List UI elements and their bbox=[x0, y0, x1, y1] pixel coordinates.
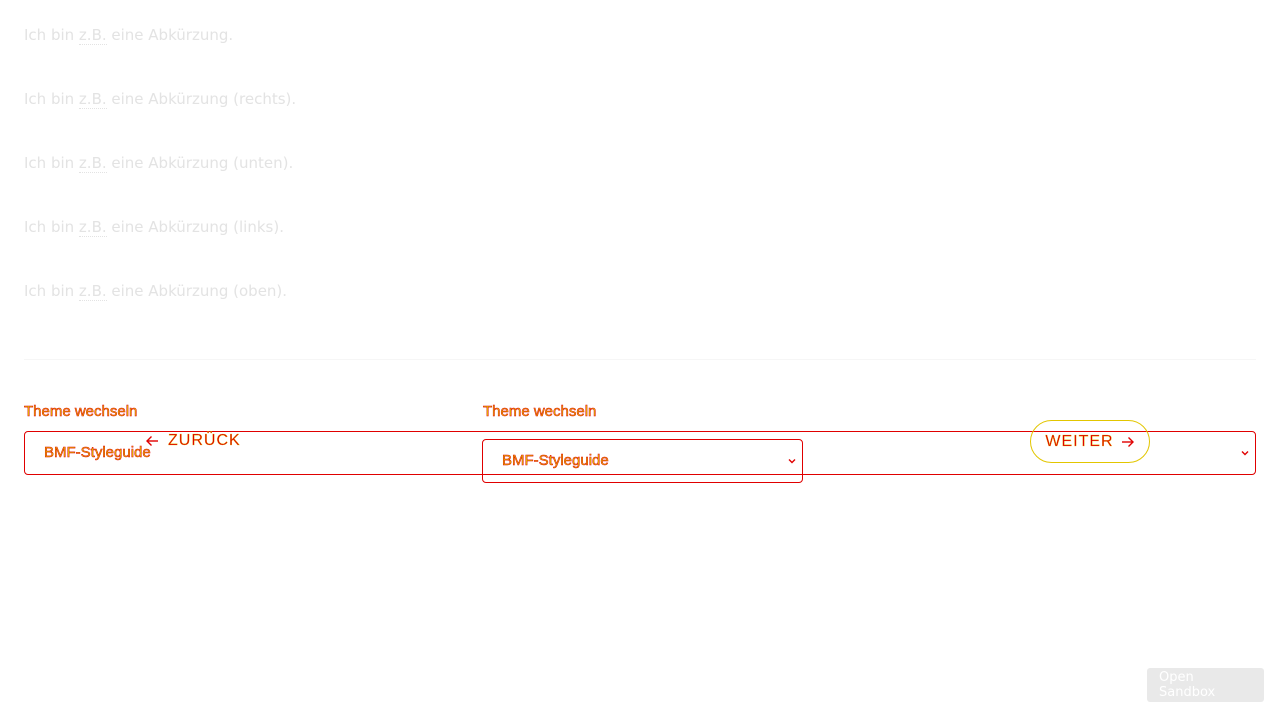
arrow-left-icon bbox=[146, 436, 158, 446]
abbreviation-line-right: Ich bin z.B. eine Abkürzung (rechts). bbox=[24, 89, 296, 109]
abbreviation-term[interactable]: z.B. bbox=[78, 90, 107, 109]
abbreviation-prefix: Ich bin bbox=[24, 282, 79, 300]
abbreviation-suffix: eine Abkürzung (oben). bbox=[106, 282, 288, 300]
abbreviation-suffix: eine Abkürzung (unten). bbox=[106, 154, 294, 172]
abbreviation-suffix: eine Abkürzung (rechts). bbox=[106, 90, 297, 108]
next-button[interactable]: WEITER bbox=[1030, 420, 1150, 463]
arrow-right-icon bbox=[1121, 436, 1134, 447]
back-button-label: ZURÜCK bbox=[168, 432, 241, 449]
page: Ich bin z.B. eine Abkürzung. Ich bin z.B… bbox=[0, 0, 1280, 720]
abbreviation-line-bottom: Ich bin z.B. eine Abkürzung (unten). bbox=[24, 153, 293, 173]
abbreviation-prefix: Ich bin bbox=[24, 90, 79, 108]
theme-switch-label: Theme wechseln bbox=[24, 403, 138, 421]
chevron-down-icon bbox=[1241, 451, 1249, 456]
abbreviation-term[interactable]: z.B. bbox=[78, 218, 107, 237]
abbreviation-term[interactable]: z.B. bbox=[78, 282, 107, 301]
abbreviation-prefix: Ich bin bbox=[24, 154, 79, 172]
theme-switch-label-secondary: Theme wechseln bbox=[483, 403, 597, 421]
abbreviation-prefix: Ich bin bbox=[24, 218, 79, 236]
back-button[interactable]: ZURÜCK bbox=[145, 431, 241, 451]
open-sandbox-button[interactable]: Open Sandbox bbox=[1147, 668, 1264, 702]
abbreviation-line-top: Ich bin z.B. eine Abkürzung (oben). bbox=[24, 281, 287, 301]
theme-select-narrow-value: BMF-Styleguide bbox=[502, 452, 609, 470]
section-divider bbox=[24, 359, 1256, 360]
next-button-label: WEITER bbox=[1045, 432, 1114, 450]
abbreviation-line-default: Ich bin z.B. eine Abkürzung. bbox=[24, 25, 233, 45]
abbreviation-prefix: Ich bin bbox=[24, 26, 79, 44]
chevron-down-icon bbox=[788, 459, 796, 464]
abbreviation-term[interactable]: z.B. bbox=[78, 26, 107, 45]
theme-select-wide-value: BMF-Styleguide bbox=[44, 444, 151, 462]
abbreviation-line-left: Ich bin z.B. eine Abkürzung (links). bbox=[24, 217, 284, 237]
abbreviation-suffix: eine Abkürzung (links). bbox=[106, 218, 284, 236]
abbreviation-suffix: eine Abkürzung. bbox=[106, 26, 234, 44]
abbreviation-term[interactable]: z.B. bbox=[78, 154, 107, 173]
